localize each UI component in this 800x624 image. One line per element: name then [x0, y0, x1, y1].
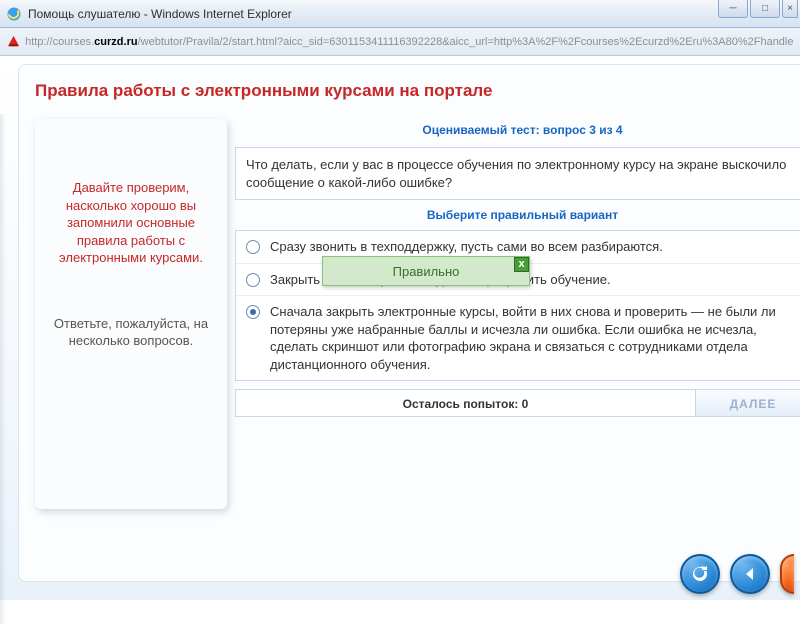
- window-titlebar: Помощь слушателю - Windows Internet Expl…: [0, 0, 800, 28]
- site-icon: [6, 34, 21, 50]
- forward-button[interactable]: [780, 554, 794, 594]
- answers-list: Сразу звонить в техподдержку, пусть сами…: [235, 230, 800, 381]
- page-title: Правила работы с электронными курсами на…: [35, 81, 800, 101]
- side-sub-text: Ответьте, пожалуйста, на несколько вопро…: [49, 315, 213, 350]
- window-title: Помощь слушателю - Windows Internet Expl…: [28, 7, 292, 21]
- attempts-left: Осталось попыток: 0: [236, 390, 695, 416]
- radio-icon: [246, 305, 260, 319]
- answer-text: Сначала закрыть электронные курсы, войти…: [270, 303, 800, 373]
- feedback-text: Правильно: [393, 264, 460, 279]
- quiz-progress: Оцениваемый тест: вопрос 3 из 4: [235, 119, 800, 147]
- address-bar[interactable]: http://courses.curzd.ru/webtutor/Pravila…: [0, 28, 800, 56]
- choose-label: Выберите правильный вариант: [235, 200, 800, 230]
- answer-option[interactable]: Сначала закрыть электронные курсы, войти…: [236, 296, 800, 380]
- quiz-footer: Осталось попыток: 0 ДАЛЕЕ: [235, 389, 800, 417]
- question-text: Что делать, если у вас в процессе обучен…: [235, 147, 800, 200]
- radio-icon: [246, 240, 260, 254]
- maximize-button[interactable]: □: [750, 0, 780, 18]
- back-button[interactable]: [730, 554, 770, 594]
- feedback-popup: Правильно x: [322, 256, 530, 286]
- side-intro-text: Давайте проверим, насколько хорошо вы за…: [49, 179, 213, 267]
- next-button[interactable]: ДАЛЕЕ: [695, 390, 800, 416]
- radio-icon: [246, 273, 260, 287]
- window-close-button[interactable]: ×: [782, 0, 798, 18]
- minimize-button[interactable]: ─: [718, 0, 748, 18]
- side-panel: Давайте проверим, насколько хорошо вы за…: [35, 119, 227, 509]
- close-icon[interactable]: x: [514, 257, 529, 272]
- answer-text: Сразу звонить в техподдержку, пусть сами…: [270, 238, 663, 256]
- reload-button[interactable]: [680, 554, 720, 594]
- url-text: http://courses.curzd.ru/webtutor/Pravila…: [25, 36, 794, 48]
- ie-icon: [6, 6, 22, 22]
